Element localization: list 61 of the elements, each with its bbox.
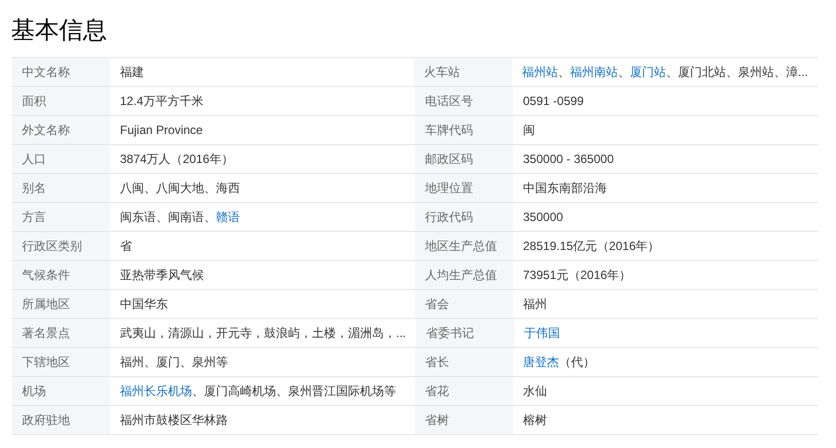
link[interactable]: 于伟国 <box>524 324 560 342</box>
value-text: 闽东语、闽南语、 <box>120 209 216 226</box>
label-cell: 外文名称 <box>12 116 110 144</box>
value-text: 亚热带季风气候 <box>120 267 204 284</box>
label-cell: 著名景点 <box>12 319 110 347</box>
value-text: 省 <box>120 238 132 255</box>
value-text: Fujian Province <box>120 122 203 139</box>
value-text: （代） <box>559 354 595 371</box>
label-cell: 行政区类别 <box>12 232 110 260</box>
value-text: 福州 <box>523 296 547 313</box>
value-text: 中国东南部沿海 <box>523 180 607 197</box>
label-cell: 人均生产总值 <box>415 261 513 289</box>
value-text: 、厦门高崎机场、泉州晋江国际机场等 <box>192 383 396 400</box>
label-cell: 气候条件 <box>12 261 110 289</box>
label-cell: 省会 <box>415 290 513 318</box>
value-text: 350000 - 365000 <box>523 151 614 168</box>
value-text: 水仙 <box>523 383 547 400</box>
value-text: 73951元（2016年） <box>523 267 632 284</box>
label-cell: 所属地区 <box>12 290 110 318</box>
section-title: 基本信息 <box>10 16 107 46</box>
label-cell: 省树 <box>415 406 513 434</box>
link[interactable]: 厦门站 <box>630 63 666 81</box>
link[interactable]: 福州长乐机场 <box>120 382 192 400</box>
label-cell: 行政代码 <box>415 203 513 231</box>
value-text: 闽 <box>523 122 535 139</box>
value-text: 、 <box>558 64 570 81</box>
value-text: 、 <box>618 64 630 81</box>
label-cell: 面积 <box>12 87 110 115</box>
value-text: 八闽、八闽大地、海西 <box>120 180 240 197</box>
value-text: 榕树 <box>523 412 547 429</box>
value-text: 3874万人（2016年） <box>120 151 234 168</box>
link[interactable]: 福州南站 <box>570 63 618 81</box>
label-cell: 别名 <box>12 174 110 202</box>
value-text: 福州、厦门、泉州等 <box>120 354 228 371</box>
label-cell: 政府驻地 <box>12 406 110 434</box>
label-cell: 下辖地区 <box>12 348 110 376</box>
label-cell: 中文名称 <box>12 58 110 86</box>
link[interactable]: 福州站 <box>522 63 558 81</box>
label-cell: 省花 <box>415 377 513 405</box>
value-text: 福州市鼓楼区华林路 <box>120 412 228 429</box>
label-cell: 省长 <box>415 348 513 376</box>
label-cell: 地理位置 <box>415 174 513 202</box>
value-text: 中国华东 <box>120 296 168 313</box>
label-cell: 方言 <box>12 203 110 231</box>
label-cell: 省委书记 <box>416 319 514 347</box>
label-cell: 邮政区码 <box>415 145 513 173</box>
label-cell: 车牌代码 <box>415 116 513 144</box>
value-text: 武夷山，清源山，开元寺，鼓浪屿，土楼，湄洲岛，... <box>120 325 406 342</box>
label-cell: 火车站 <box>414 58 512 86</box>
value-text: 28519.15亿元（2016年） <box>523 238 660 255</box>
value-text: 12.4万平方千米 <box>120 93 204 110</box>
value-text: 350000 <box>523 209 564 226</box>
value-text: 、厦门北站、泉州站、漳... <box>666 64 808 81</box>
label-cell: 人口 <box>12 145 110 173</box>
value-text: 0591 -0599 <box>523 93 584 110</box>
label-cell: 地区生产总值 <box>415 232 513 260</box>
label-cell: 机场 <box>12 377 110 405</box>
link[interactable]: 赣语 <box>216 208 240 226</box>
link[interactable]: 唐登杰 <box>523 353 559 371</box>
label-cell: 电话区号 <box>415 87 513 115</box>
value-text: 福建 <box>120 64 144 81</box>
